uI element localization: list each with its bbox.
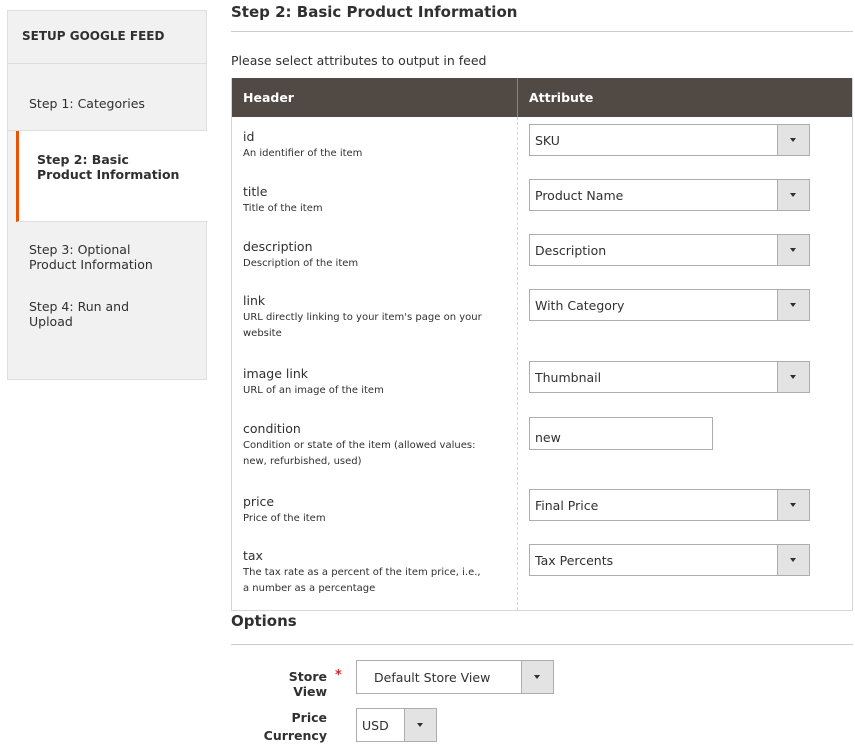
chevron-down-icon: [790, 248, 796, 252]
select-value: Product Name: [535, 188, 624, 203]
attribute-column: SKU Product Name Description With Catego…: [518, 117, 852, 610]
page-title: Step 2: Basic Product Information: [231, 0, 853, 32]
select-value: Tax Percents: [535, 553, 614, 568]
field-description: Description of the item: [243, 258, 359, 269]
chevron-down-icon: [790, 503, 796, 507]
field-description: new, refurbished, used): [243, 456, 362, 467]
field-description: a number as a percentage: [243, 583, 376, 594]
table-row-label-title: title Title of the item: [243, 184, 513, 217]
sidebar-step-optional-product-information[interactable]: Step 3: Optional Product Information: [8, 222, 206, 289]
sidebar-step-basic-product-information[interactable]: Step 2: Basic Product Information: [16, 131, 208, 222]
field-name: title: [243, 184, 268, 199]
sidebar-step-label: Step 2: Basic: [37, 152, 129, 167]
sidebar-step-categories[interactable]: Step 1: Categories: [8, 64, 206, 131]
required-mark: *: [335, 668, 342, 683]
select-toggle[interactable]: [404, 709, 436, 741]
store-view-select[interactable]: Default Store View: [356, 660, 554, 694]
chevron-down-icon: [790, 558, 796, 562]
table-header: Header Attribute: [232, 78, 852, 117]
select-value: With Category: [535, 298, 625, 313]
table-row-label-link: link URL directly linking to your item's…: [243, 293, 513, 342]
sidebar-step-label: Step 1: Categories: [29, 96, 145, 111]
field-name: price: [243, 494, 275, 509]
select-value: Default Store View: [374, 670, 491, 685]
select-toggle[interactable]: [777, 235, 809, 265]
select-toggle[interactable]: [777, 545, 809, 575]
header-column: id An identifier of the item title Title…: [232, 117, 518, 610]
select-toggle[interactable]: [777, 362, 809, 392]
field-description: Title of the item: [243, 203, 323, 214]
field-description: URL of an image of the item: [243, 385, 384, 396]
field-description: URL directly linking to your item's page…: [243, 312, 482, 323]
page-subtitle: Please select attributes to output in fe…: [231, 53, 487, 68]
price-currency-label: Price Currency: [251, 709, 327, 745]
id-attribute-select[interactable]: SKU: [529, 124, 810, 156]
sidebar-step-label: Product Information: [29, 257, 153, 272]
table-row-label-image-link: image link URL of an image of the item: [243, 366, 513, 399]
select-toggle[interactable]: [777, 290, 809, 320]
price-attribute-select[interactable]: Final Price: [529, 489, 810, 521]
chevron-down-icon: [534, 675, 540, 679]
sidebar-step-label: Product Information: [37, 167, 180, 182]
chevron-down-icon: [790, 375, 796, 379]
table-row-label-tax: tax The tax rate as a percent of the ite…: [243, 548, 513, 597]
main-content: Step 2: Basic Product Information Please…: [231, 0, 853, 611]
select-value: Description: [535, 243, 607, 258]
field-description: Price of the item: [243, 513, 326, 524]
attributes-table: Header Attribute id An identifier of the…: [231, 78, 853, 611]
table-row-label-condition: condition Condition or state of the item…: [243, 421, 513, 470]
table-row-label-description: description Description of the item: [243, 239, 513, 272]
sidebar-title: SETUP GOOGLE FEED: [8, 11, 206, 64]
select-toggle[interactable]: [521, 661, 553, 693]
table-row-label-id: id An identifier of the item: [243, 129, 513, 162]
table-body: id An identifier of the item title Title…: [232, 117, 852, 610]
sidebar-step-label: Step 4: Run and: [29, 299, 130, 314]
options-section: Options Store View * Default Store View …: [231, 612, 853, 743]
field-name: condition: [243, 421, 301, 436]
description-attribute-select[interactable]: Description: [529, 234, 810, 266]
field-name: description: [243, 239, 313, 254]
select-toggle[interactable]: [777, 125, 809, 155]
field-description: website: [243, 328, 282, 339]
field-name: link: [243, 293, 266, 308]
field-name: tax: [243, 548, 263, 563]
chevron-down-icon: [790, 138, 796, 142]
chevron-down-icon: [790, 303, 796, 307]
tax-attribute-select[interactable]: Tax Percents: [529, 544, 810, 576]
field-name: id: [243, 129, 255, 144]
column-header-header: Header: [232, 78, 518, 117]
select-value: USD: [362, 718, 389, 733]
chevron-down-icon: [417, 723, 423, 727]
column-header-attribute: Attribute: [529, 90, 594, 105]
field-description: An identifier of the item: [243, 148, 363, 159]
select-toggle[interactable]: [777, 180, 809, 210]
select-value: Final Price: [535, 498, 599, 513]
price-currency-label-line: Price: [291, 710, 328, 725]
steps-sidebar: SETUP GOOGLE FEED Step 1: Categories Ste…: [7, 10, 208, 380]
options-title: Options: [231, 612, 853, 645]
image-link-attribute-select[interactable]: Thumbnail: [529, 361, 810, 393]
price-currency-label-line: Currency: [263, 728, 327, 743]
store-view-label: Store View: [288, 669, 327, 699]
price-currency-select[interactable]: USD: [356, 708, 437, 742]
table-row-label-price: price Price of the item: [243, 494, 513, 527]
sidebar-step-label: Step 3: Optional: [29, 242, 131, 257]
sidebar-step-label: Upload: [29, 314, 73, 329]
condition-input[interactable]: [529, 417, 713, 450]
field-name: image link: [243, 366, 309, 381]
link-attribute-select[interactable]: With Category: [529, 289, 810, 321]
select-value: SKU: [535, 133, 560, 148]
select-toggle[interactable]: [777, 490, 809, 520]
field-description: The tax rate as a percent of the item pr…: [243, 567, 481, 578]
field-description: Condition or state of the item (allowed …: [243, 440, 476, 451]
sidebar-step-run-and-upload[interactable]: Step 4: Run and Upload: [8, 289, 206, 329]
title-attribute-select[interactable]: Product Name: [529, 179, 810, 211]
chevron-down-icon: [790, 193, 796, 197]
select-value: Thumbnail: [535, 370, 602, 385]
